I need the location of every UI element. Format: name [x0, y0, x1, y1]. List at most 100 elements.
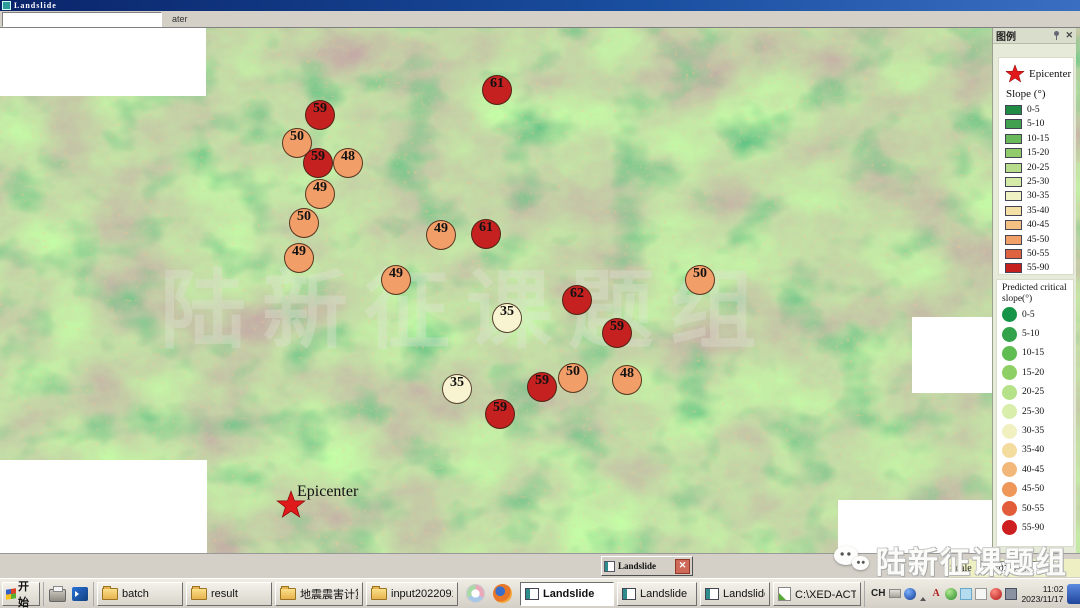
critical-class-swatch	[1002, 501, 1017, 516]
slope-marker[interactable]: 50	[289, 208, 319, 238]
clock-date: 2023/11/17	[1021, 594, 1063, 604]
close-icon[interactable]: ✕	[1065, 31, 1073, 40]
language-indicator[interactable]: CH	[871, 588, 885, 599]
red-ball-tray-icon[interactable]	[990, 588, 1002, 600]
taskbar-button[interactable]: input20220918153322	[366, 582, 458, 606]
slope-marker[interactable]: 59	[303, 148, 333, 178]
taskbar-button-label: result	[211, 588, 238, 600]
firefox-icon[interactable]	[493, 584, 512, 603]
slope-marker[interactable]: 59	[602, 318, 632, 348]
slope-class-swatch	[1005, 134, 1022, 144]
toolbar-combobox[interactable]	[2, 12, 162, 27]
network-tray-icon[interactable]	[904, 588, 916, 600]
slope-class-label: 35-40	[1027, 206, 1049, 216]
critical-class-swatch	[1002, 404, 1017, 419]
slope-class-swatch	[1005, 220, 1022, 230]
slope-legend-row: 40-45	[1005, 218, 1073, 232]
taskbar-button[interactable]: Landslide	[700, 582, 770, 606]
critical-class-swatch	[1002, 443, 1017, 458]
critical-class-label: 30-35	[1022, 426, 1044, 436]
taskbar-buttons-left: batch result 地震震害计算程序... input2022091815332…	[97, 582, 458, 606]
toolbar: ater	[0, 11, 1080, 28]
critical-class-swatch	[1002, 482, 1017, 497]
slope-marker[interactable]: 48	[333, 148, 363, 178]
legend-panel: 图例 ✕ Epicenter Slope (°) 0-55-1010-1515-…	[992, 28, 1076, 553]
slope-legend-row: 35-40	[1005, 204, 1073, 218]
slope-marker[interactable]: 61	[471, 219, 501, 249]
mini-window-title: Landslide	[618, 561, 672, 571]
slope-class-label: 50-55	[1027, 249, 1049, 259]
tray-icons	[889, 588, 1017, 600]
critical-legend-row: 0-5	[1002, 305, 1073, 324]
keyboard-tray-icon[interactable]	[889, 589, 901, 598]
taskbar-button[interactable]: Landslide	[520, 582, 614, 606]
slope-marker[interactable]: 49	[284, 243, 314, 273]
critical-class-label: 25-30	[1022, 407, 1044, 417]
critical-class-swatch	[1002, 385, 1017, 400]
wechat-icon	[834, 544, 870, 576]
critical-class-swatch	[1002, 520, 1017, 535]
taskbar-button[interactable]: Landslide	[617, 582, 697, 606]
critical-class-swatch	[1002, 365, 1017, 380]
taskbar: 开始 batch result 地震震害计算程序... input2022091815…	[0, 578, 1080, 608]
slope-marker[interactable]: 59	[485, 399, 515, 429]
taskbar-button[interactable]: result	[186, 582, 272, 606]
taskbar-button-label: 地震震害计算程序...	[300, 586, 358, 602]
circle-app-icon[interactable]	[466, 584, 485, 603]
slope-legend-row: 50-55	[1005, 247, 1073, 261]
toolbar-label: ater	[172, 14, 188, 24]
mini-window-close-icon[interactable]: ✕	[675, 559, 690, 574]
slope-marker[interactable]: 49	[426, 220, 456, 250]
slope-marker[interactable]: 48	[612, 365, 642, 395]
mini-window[interactable]: Landslide ✕	[601, 556, 693, 576]
slope-marker[interactable]: 49	[305, 179, 335, 209]
critical-class-swatch	[1002, 346, 1017, 361]
slope-marker[interactable]: 61	[482, 75, 512, 105]
slope-marker[interactable]: 50	[685, 265, 715, 295]
red-a-tray-icon[interactable]	[930, 588, 942, 600]
map-nodata-area	[0, 460, 207, 553]
slope-marker[interactable]: 49	[381, 265, 411, 295]
arrow-tray-icon[interactable]	[919, 588, 927, 600]
slope-class-swatch	[1005, 119, 1022, 129]
quick-launch	[43, 582, 94, 606]
show-desktop-icon[interactable]	[1067, 584, 1080, 604]
taskbar-button-label: Landslide	[640, 588, 687, 600]
critical-class-label: 0-5	[1022, 310, 1035, 320]
slope-marker[interactable]: 50	[558, 363, 588, 393]
critical-legend-rows: 0-55-1010-1515-2020-2525-3030-3535-4040-…	[1002, 305, 1073, 538]
slope-marker[interactable]: 62	[562, 285, 592, 315]
slope-legend-row: 30-35	[1005, 189, 1073, 203]
critical-legend-row: 15-20	[1002, 363, 1073, 382]
map-view[interactable]: 陆新征课题组 615950485949504949614950623559504…	[0, 28, 1080, 553]
slope-class-label: 40-45	[1027, 220, 1049, 230]
slope-legend-row: 25-30	[1005, 175, 1073, 189]
critical-legend-row: 35-40	[1002, 441, 1073, 460]
window-titlebar[interactable]: Landslide	[0, 0, 1080, 11]
clock[interactable]: 11:02 2023/11/17	[1021, 584, 1063, 604]
taskbar-button[interactable]: 地震震害计算程序...	[275, 582, 363, 606]
flag-tray-icon[interactable]	[975, 588, 987, 600]
powershell-icon[interactable]	[72, 587, 88, 601]
floppy-tray-icon[interactable]	[1005, 588, 1017, 600]
slope-marker[interactable]: 59	[305, 100, 335, 130]
taskbar-button[interactable]: C:\XED-ACT\地震 ...	[773, 582, 861, 606]
critical-class-swatch	[1002, 424, 1017, 439]
slope-class-label: 30-35	[1027, 191, 1049, 201]
slope-marker[interactable]: 35	[442, 374, 472, 404]
slope-class-label: 25-30	[1027, 177, 1049, 187]
taskbar-button[interactable]: batch	[97, 582, 183, 606]
system-tray: CH 11:02 2023/11/17	[864, 581, 1080, 607]
critical-class-label: 5-10	[1022, 329, 1039, 339]
printer-icon[interactable]	[49, 589, 66, 602]
folder-icon	[280, 588, 296, 600]
pin-icon[interactable]	[1053, 31, 1060, 40]
slope-marker[interactable]: 35	[492, 303, 522, 333]
slope-marker[interactable]: 59	[527, 372, 557, 402]
app-icon	[2, 1, 11, 10]
map-nodata-area	[912, 317, 992, 393]
green-ball-tray-icon[interactable]	[945, 588, 957, 600]
start-button[interactable]: 开始	[2, 582, 40, 606]
cyan-square-tray-icon[interactable]	[960, 588, 972, 600]
taskbar-button-label: Landslide	[543, 588, 594, 600]
